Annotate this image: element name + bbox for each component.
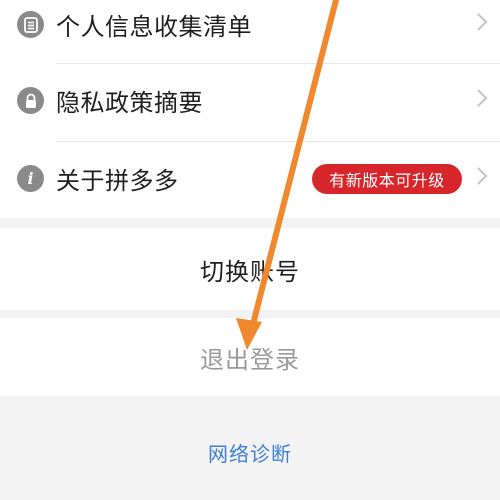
update-available-badge: 有新版本可升级 <box>312 164 462 194</box>
document-list-icon <box>17 11 44 38</box>
lock-icon <box>17 87 44 114</box>
settings-list: 个人信息收集清单 隐私政策摘要 i 关于拼多多 有新版本可升级 <box>0 0 500 218</box>
settings-item-label: 隐私政策摘要 <box>56 89 203 117</box>
settings-item-label: 关于拼多多 <box>56 167 179 195</box>
settings-item-about[interactable]: i 关于拼多多 有新版本可升级 <box>0 142 500 214</box>
network-diagnose-label: 网络诊断 <box>208 441 292 466</box>
settings-item-personal-info-list[interactable]: 个人信息收集清单 <box>0 0 500 60</box>
settings-screen: 个人信息收集清单 隐私政策摘要 i 关于拼多多 有新版本可升级 切换账号 退出登… <box>0 0 500 500</box>
info-icon: i <box>17 165 44 192</box>
switch-account-label: 切换账号 <box>200 257 300 286</box>
network-diagnose-link[interactable]: 网络诊断 <box>0 430 500 474</box>
chevron-right-icon <box>477 167 488 185</box>
switch-account-button[interactable]: 切换账号 <box>0 228 500 310</box>
logout-label: 退出登录 <box>200 345 300 374</box>
chevron-right-icon <box>477 13 488 31</box>
logout-button[interactable]: 退出登录 <box>0 318 500 396</box>
chevron-right-icon <box>477 89 488 107</box>
settings-item-label: 个人信息收集清单 <box>56 13 252 41</box>
settings-item-privacy-summary[interactable]: 隐私政策摘要 <box>0 64 500 136</box>
